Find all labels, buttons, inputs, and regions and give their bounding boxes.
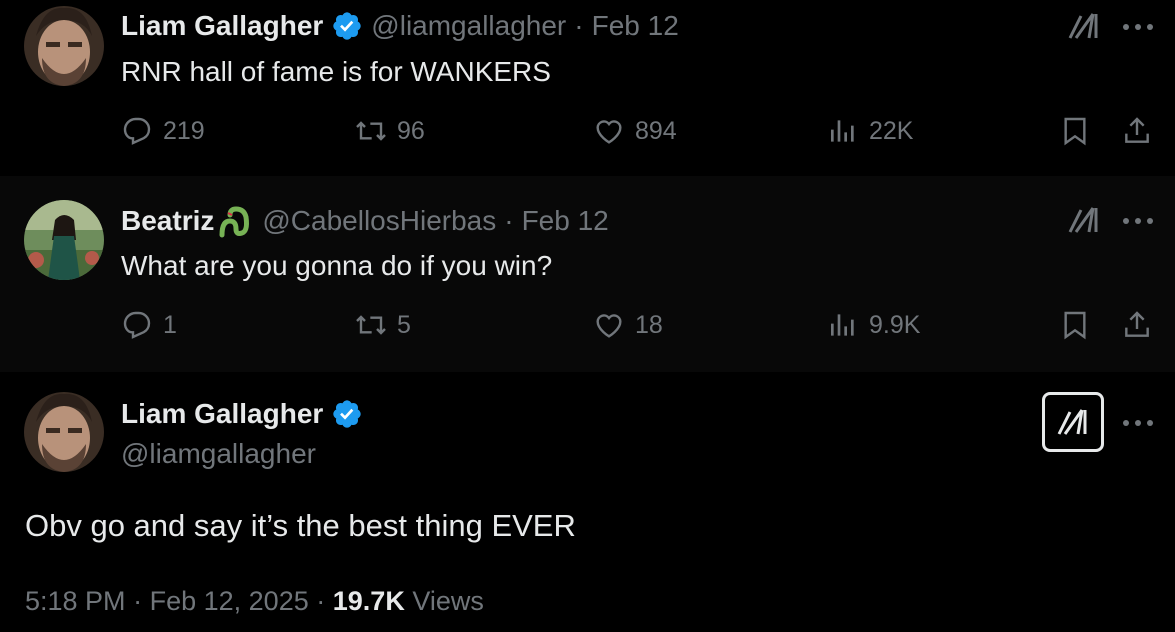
avatar[interactable] — [24, 392, 104, 472]
reply-count: 219 — [163, 116, 205, 145]
tweet-date[interactable]: Feb 12 — [592, 10, 679, 42]
tweet-text: What are you gonna do if you win? — [121, 250, 553, 281]
views-count: 22K — [869, 116, 914, 145]
separator: · — [574, 10, 584, 41]
reply-icon — [123, 117, 151, 145]
share-button[interactable] — [1121, 309, 1153, 341]
tweet-header: Beatriz @CabellosHierbas · Feb 12 — [121, 203, 617, 239]
repost-icon — [356, 315, 386, 335]
grok-button[interactable] — [1042, 392, 1104, 452]
tweet-text: Obv go and say it’s the best thing EVER — [25, 508, 576, 543]
tweet-date[interactable]: Feb 12, 2025 — [150, 586, 309, 616]
more-icon[interactable] — [1121, 215, 1155, 227]
verified-badge-icon — [333, 400, 361, 428]
repost-count: 5 — [397, 310, 411, 339]
tweet-header: Liam Gallagher — [121, 398, 371, 430]
grok-icon — [1057, 409, 1087, 435]
tweet-meta: 5:18 PM · Feb 12, 2025 · 19.7K Views — [25, 586, 484, 617]
action-bar: 219 96 894 22K — [121, 115, 1161, 155]
author-handle[interactable]: @liamgallagher — [121, 438, 316, 470]
views-icon — [831, 120, 854, 142]
separator: · — [133, 586, 143, 616]
bookmark-button[interactable] — [1059, 115, 1091, 147]
avatar[interactable] — [24, 200, 104, 280]
bookmark-icon — [1064, 311, 1086, 340]
more-icon[interactable] — [1121, 417, 1155, 429]
author-handle[interactable]: @CabellosHierbas — [262, 205, 496, 237]
author-name[interactable]: Liam Gallagher — [121, 398, 323, 430]
repost-count: 96 — [397, 116, 425, 145]
views-count: 19.7K — [332, 586, 405, 616]
reply-icon — [123, 311, 151, 339]
thread-tweet[interactable]: Beatriz @CabellosHierbas · Feb 12 What a… — [0, 176, 1175, 372]
thread-tweet[interactable]: Liam Gallagher @liamgallagher · Feb 12 R… — [0, 0, 1175, 176]
more-icon[interactable] — [1121, 21, 1155, 33]
share-icon — [1125, 311, 1149, 337]
repost-button[interactable]: 5 — [355, 309, 411, 341]
separator: · — [504, 205, 514, 236]
verified-badge-icon — [333, 12, 361, 40]
views-icon — [831, 314, 854, 336]
reply-button[interactable]: 1 — [121, 309, 177, 341]
like-icon — [596, 120, 622, 144]
tweet-text: RNR hall of fame is for WANKERS — [121, 56, 551, 87]
like-count: 18 — [635, 310, 663, 339]
reply-count: 1 — [163, 310, 177, 339]
views-button[interactable]: 22K — [827, 115, 913, 147]
like-button[interactable]: 18 — [593, 309, 663, 341]
share-button[interactable] — [1121, 115, 1153, 147]
like-icon — [596, 314, 622, 338]
views-button[interactable]: 9.9K — [827, 309, 920, 341]
grok-icon[interactable] — [1066, 202, 1102, 238]
tweet-date[interactable]: Feb 12 — [522, 205, 609, 237]
main-tweet: Liam Gallagher @liamgallagher Obv go and… — [0, 372, 1175, 632]
views-label: Views — [412, 586, 484, 616]
repost-button[interactable]: 96 — [355, 115, 425, 147]
author-name[interactable]: Beatriz — [121, 205, 214, 237]
repost-icon — [356, 121, 386, 141]
separator: · — [316, 586, 326, 616]
reply-button[interactable]: 219 — [121, 115, 205, 147]
avatar[interactable] — [24, 6, 104, 86]
tweet-time[interactable]: 5:18 PM — [25, 586, 126, 616]
bookmark-icon — [1064, 117, 1086, 146]
share-icon — [1125, 117, 1149, 143]
author-name[interactable]: Liam Gallagher — [121, 10, 323, 42]
action-bar: 1 5 18 9.9K — [121, 309, 1161, 349]
tweet-header: Liam Gallagher @liamgallagher · Feb 12 — [121, 10, 687, 42]
handle-row: @liamgallagher — [121, 438, 324, 470]
like-count: 894 — [635, 116, 677, 145]
snake-emoji-icon — [219, 206, 250, 238]
like-button[interactable]: 894 — [593, 115, 677, 147]
bookmark-button[interactable] — [1059, 309, 1091, 341]
grok-icon[interactable] — [1066, 8, 1102, 44]
views-count: 9.9K — [869, 310, 921, 339]
author-handle[interactable]: @liamgallagher — [371, 10, 566, 42]
